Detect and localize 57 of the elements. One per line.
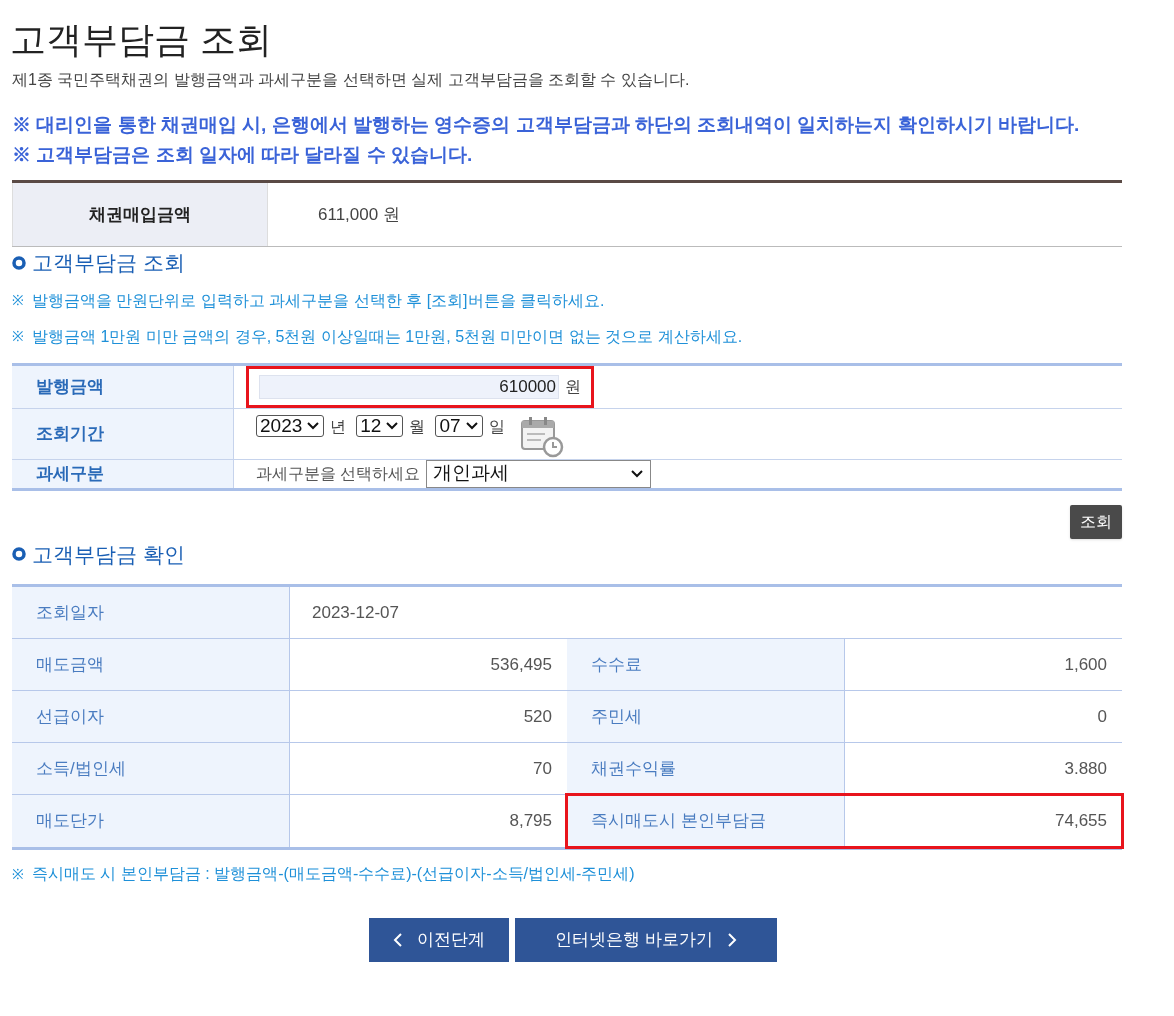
purchase-value: 611,000 원 <box>317 203 401 226</box>
table-value: 0 <box>1096 705 1108 728</box>
circle-bullet-icon <box>12 547 26 562</box>
reference-mark: ※ <box>12 327 24 346</box>
instruction-text: 발행금액 1만원 미만 금액의 경우, 5천원 이상일때는 1만원, 5천원 미만이면 없는 것으로 계산하세요. <box>32 326 743 347</box>
reference-mark: ※ <box>12 864 24 884</box>
field-label: 조회기간 <box>12 408 234 459</box>
table-value: 8,795 <box>508 810 553 833</box>
page-description: 제1종 국민주택채권의 발행금액과 과세구분을 선택하면 실제 고객부담금을 조회할 수 있습니다. <box>12 70 691 90</box>
table-label: 매도금액 <box>12 639 290 690</box>
formula-text: 즉시매도 시 본인부담금 : 발행금액-(매도금액-수수료)-(선급이자-소득/법인세-주민세) <box>32 864 635 884</box>
table-label: 조회일자 <box>12 587 290 638</box>
caret-icon <box>630 468 645 479</box>
table-label: 매도단가 <box>12 795 290 847</box>
reference-mark: ※ <box>12 291 24 310</box>
table-value: 1,600 <box>1063 653 1108 676</box>
search-button[interactable]: 조회 <box>1070 504 1122 539</box>
caret-icon <box>306 420 321 431</box>
table-value: 3.880 <box>1063 757 1108 780</box>
instruction-text: 발행금액을 만원단위로 입력하고 과세구분을 선택한 후 [조회]버튼을 클릭하세요. <box>32 290 605 311</box>
section-heading: 고객부담금 조회 <box>32 250 185 276</box>
caret-icon <box>464 420 479 431</box>
chevron-left-icon <box>393 932 404 948</box>
page-title: 고객부담금 조회 <box>10 18 273 62</box>
year-select[interactable]: 2023 <box>256 414 325 437</box>
unit-label: 월 <box>409 416 426 437</box>
chevron-right-icon <box>726 932 737 948</box>
tax-prompt: 과세구분을 선택하세요 <box>256 463 421 484</box>
table-value: 536,495 <box>489 653 553 676</box>
table-value: 520 <box>522 705 553 728</box>
table-label: 선급이자 <box>12 691 290 742</box>
previous-step-button[interactable]: 이전단계 <box>369 918 510 962</box>
notice-text: ※ 고객부담금은 조회 일자에 따라 달라질 수 있습니다. <box>12 144 474 166</box>
month-select[interactable]: 12 <box>356 414 404 437</box>
unit-label: 원 <box>565 376 581 397</box>
next-button[interactable]: 인터넷은행 바로가기 <box>515 918 777 962</box>
table-label: 채권수익률 <box>567 743 845 794</box>
table-label: 수수료 <box>567 639 845 690</box>
amount-input[interactable]: 610000 <box>259 374 559 399</box>
unit-label: 일 <box>488 416 505 437</box>
notice-text: ※ 대리인을 통한 채권매입 시, 은행에서 발행하는 영수증의 고객부담금과 하단의 조회내역이 일치하는지 확인하시기 바랍니다. <box>12 114 1081 136</box>
section-heading: 고객부담금 확인 <box>32 541 185 568</box>
table-value: 74,655 <box>1054 810 1108 833</box>
field-label: 발행금액 <box>12 365 234 408</box>
table-value: 70 <box>532 757 553 780</box>
table-label: 즉시매도시 본인부담금 <box>567 795 845 847</box>
tax-type-select[interactable]: 개인과세 <box>426 459 652 488</box>
field-label: 과세구분 <box>12 459 234 488</box>
calendar-clock-icon[interactable] <box>518 414 565 459</box>
purchase-label: 채권매입금액 <box>12 183 268 246</box>
unit-label: 년 <box>330 416 347 437</box>
circle-bullet-icon <box>12 255 26 270</box>
caret-icon <box>385 420 400 431</box>
table-value: 2023-12-07 <box>311 601 400 624</box>
day-select[interactable]: 07 <box>435 414 483 437</box>
table-label: 소득/법인세 <box>12 743 290 794</box>
table-label: 주민세 <box>567 691 845 742</box>
